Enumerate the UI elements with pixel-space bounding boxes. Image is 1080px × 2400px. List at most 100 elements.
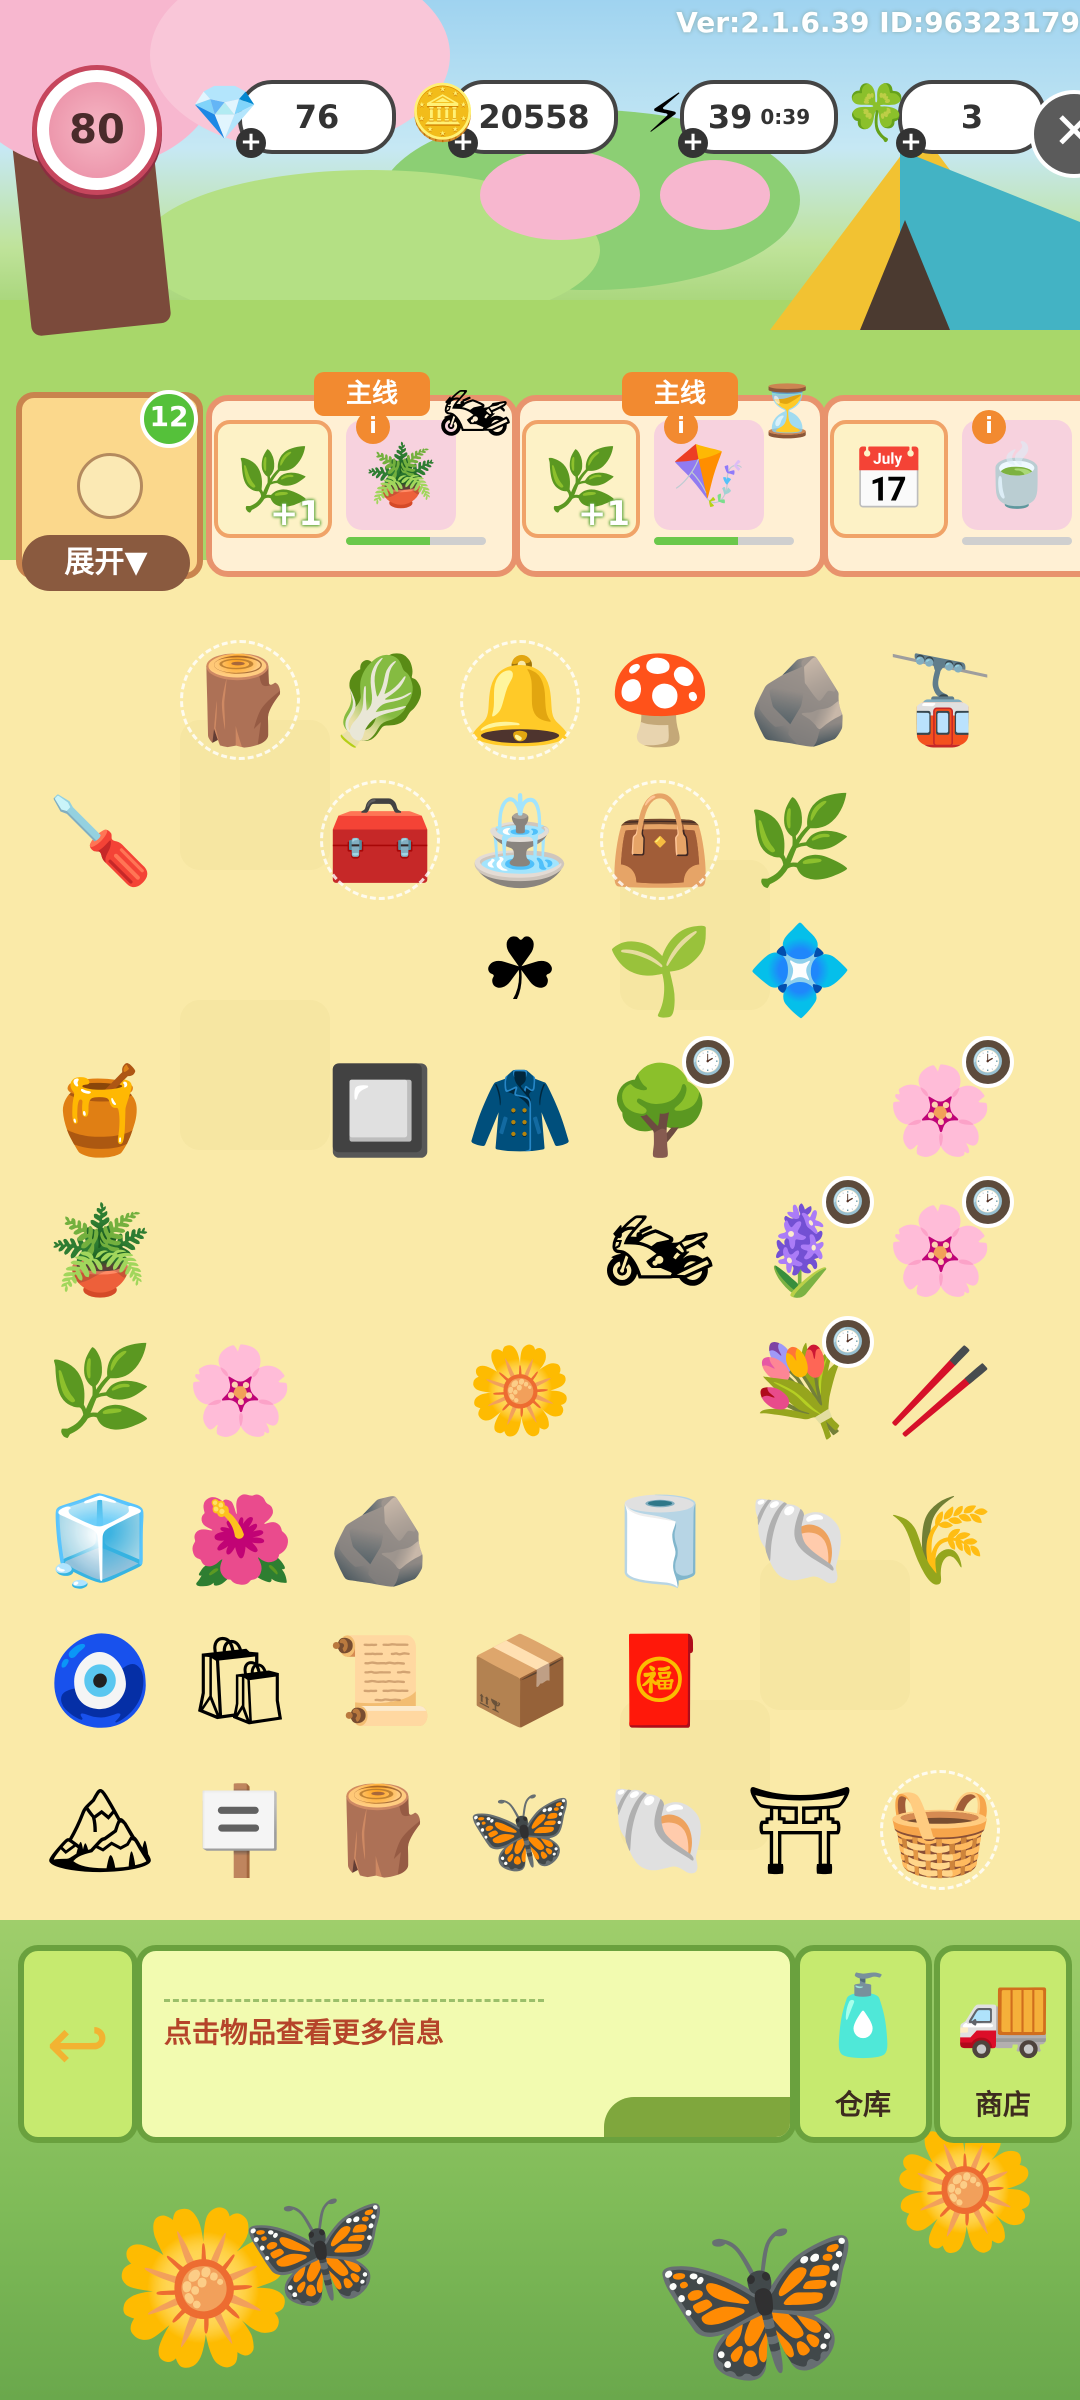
board-item-scroll[interactable]: 📜 <box>310 1610 450 1750</box>
seedling-icon: 🌱 <box>606 920 714 1021</box>
shop-icon: 🚚 <box>954 1971 1052 2061</box>
board-item-mushrooms[interactable]: 🍄 <box>590 630 730 770</box>
board-item-wood-planks[interactable]: 🪵 <box>310 1760 450 1900</box>
gem-count: 76 <box>294 98 340 136</box>
energy-count: 39 <box>707 98 753 136</box>
board-item-flower-basket[interactable]: 💐 🕑 <box>730 1316 874 1460</box>
clover-sprig-icon: ☘ <box>481 920 559 1020</box>
empty-slot-icon <box>77 453 143 519</box>
cobweb-overlay <box>600 780 720 900</box>
butterfly-decoration: 🦋 <box>650 2201 862 2399</box>
board-item-webbed-sack[interactable]: 🧺 <box>870 1760 1010 1900</box>
board-item-butterfly-cocoon[interactable]: 🐚 <box>590 1760 730 1900</box>
leaf-reward-slot[interactable]: 🌿 +1 <box>214 420 332 538</box>
board-item-fountain[interactable]: ⛲ <box>450 770 590 910</box>
silver-shell-icon: 🐚 <box>746 1490 854 1591</box>
board-item-leather-jacket[interactable]: 🧥 <box>450 1040 590 1180</box>
calendar-icon: 📅 <box>851 444 927 515</box>
board-item-grass-tuft[interactable]: 🌾 <box>870 1470 1010 1610</box>
honey-jar-icon: 🍯 <box>46 1060 154 1161</box>
rocks-icon: 🪨 <box>326 1490 434 1591</box>
leaf-reward-slot[interactable]: 🌿 +1 <box>522 420 640 538</box>
reward-plus-label: +1 <box>577 494 630 534</box>
stone-tile-icon: 🔲 <box>326 1060 434 1161</box>
board-item-wood-board[interactable]: 🪧 <box>170 1760 310 1900</box>
version-text: Ver:2.1.6.39 ID:96323179 <box>676 6 1080 39</box>
red-ticket-icon: 🧧 <box>606 1630 714 1731</box>
board-item-blue-flowers[interactable]: 💠 <box>730 900 870 1040</box>
board-item-bundled-logs[interactable]: 🪵 <box>170 630 310 770</box>
board-item-herb-bundle[interactable]: 🌿 <box>30 1320 170 1460</box>
info-icon[interactable]: i <box>972 410 1006 444</box>
board-item-stone-tile[interactable]: 🔲 <box>310 1040 450 1180</box>
vine-swing-icon: 🪴 <box>363 440 439 511</box>
board-item-cherry-tree-2[interactable]: 🌸 🕑 <box>870 1176 1014 1320</box>
board-item-yoga-mat[interactable]: 🧻 <box>590 1470 730 1610</box>
panel-corner <box>604 2097 790 2137</box>
board-item-honey-jar[interactable]: 🍯 <box>30 1040 170 1180</box>
tea-set-icon: 🍵 <box>979 440 1055 511</box>
board-item-electric-motorcycle[interactable]: 🏍 <box>590 1180 730 1320</box>
warehouse-button[interactable]: 🧴 仓库 <box>794 1945 932 2143</box>
player-level-badge[interactable]: 80 <box>32 65 162 195</box>
board-item-silver-shell[interactable]: 🐚 <box>730 1470 870 1610</box>
board-item-blossom-cloth[interactable]: 🌺 <box>170 1470 310 1610</box>
board-item-signpost-stones[interactable]: 🪨 <box>730 630 870 770</box>
kite-icon: 🪁 <box>671 440 747 511</box>
board-item-storage-box[interactable]: 📦 <box>450 1610 590 1750</box>
board-item-pavilion[interactable]: ⛩ <box>730 1760 870 1900</box>
board-item-blue-flower[interactable]: 🌼 <box>450 1320 590 1460</box>
coin-count: 20558 <box>478 98 590 136</box>
board-tile <box>180 1000 330 1150</box>
energy-counter[interactable]: 39 0:39 + <box>678 80 838 158</box>
clock-icon: 🕑 <box>962 1036 1014 1088</box>
blue-flower-icon: 🌼 <box>466 1340 574 1441</box>
board-item-butterfly[interactable]: 🦋 <box>450 1760 590 1900</box>
scroll-icon: 📜 <box>326 1630 434 1731</box>
info-icon[interactable]: i <box>356 410 390 444</box>
info-icon[interactable]: i <box>664 410 698 444</box>
board-item-flower-crate[interactable]: 🪻 🕑 <box>730 1176 874 1320</box>
cobweb-overlay <box>320 780 440 900</box>
board-item-cable-car[interactable]: 🚡 <box>870 630 1010 770</box>
clover-counter[interactable]: 3 + <box>896 80 1046 158</box>
board-item-rocks[interactable]: 🪨 <box>310 1470 450 1610</box>
board-item-red-ticket[interactable]: 🧧 <box>590 1610 730 1750</box>
board-item-hiking-poles[interactable]: 🥢 <box>870 1320 1010 1460</box>
gem-counter[interactable]: 76 + <box>236 80 396 158</box>
warehouse-icon: 🧴 <box>814 1971 912 2061</box>
hourglass-icon: ⏳ <box>756 382 819 440</box>
board-item-blue-flower-vine[interactable]: 🌿 <box>730 770 870 910</box>
order-item-slot[interactable]: 📅 <box>830 420 948 538</box>
order-progress-fill <box>346 537 430 545</box>
board-item-sapling-tree[interactable]: 🌳 🕑 <box>590 1036 734 1180</box>
board-item-gold-box[interactable]: 🧰 <box>310 770 450 910</box>
board-item-vine-swing[interactable]: 🪴 <box>30 1180 170 1320</box>
order-progress-fill <box>654 537 738 545</box>
back-arrow-icon[interactable]: ↩ <box>18 1945 138 2143</box>
board-item-chisel[interactable]: 🪛 <box>30 770 170 910</box>
storage-box-icon: 📦 <box>466 1630 574 1731</box>
yoga-mat-icon: 🧻 <box>606 1490 714 1591</box>
board-item-mountain-diorama[interactable]: 🏔 <box>30 1760 170 1900</box>
mountain-diorama-icon: 🏔 <box>45 1780 155 1881</box>
board-item-leafy-plant[interactable]: 🥬 <box>310 630 450 770</box>
board-item-blossom-twig[interactable]: 🌸 <box>170 1320 310 1460</box>
board-item-clover-sprig[interactable]: ☘ <box>450 900 590 1040</box>
wood-board-icon: 🪧 <box>186 1780 294 1881</box>
energy-icon: ⚡ <box>646 81 684 145</box>
fountain-icon: ⛲ <box>466 790 574 891</box>
hint-text: 点击物品查看更多信息 <box>164 2016 445 2049</box>
board-item-jade-cube[interactable]: 🧊 <box>30 1470 170 1610</box>
vine-swing-icon: 🪴 <box>46 1200 154 1301</box>
board-item-gold-bag[interactable]: 👜 <box>590 770 730 910</box>
shop-button[interactable]: 🚚 商店 <box>934 1945 1072 2143</box>
tent-door <box>860 220 950 330</box>
board-item-snack-bag[interactable]: 🛍 <box>170 1610 310 1750</box>
board-item-green-bell[interactable]: 🔔 <box>450 630 590 770</box>
board-item-cherry-tree[interactable]: 🌸 🕑 <box>870 1036 1014 1180</box>
shop-label: 商店 <box>974 2088 1031 2121</box>
board-item-seedling[interactable]: 🌱 <box>590 900 730 1040</box>
expand-button[interactable]: 展开▼ <box>22 535 190 591</box>
board-item-charm-pendant[interactable]: 🧿 <box>30 1610 170 1750</box>
